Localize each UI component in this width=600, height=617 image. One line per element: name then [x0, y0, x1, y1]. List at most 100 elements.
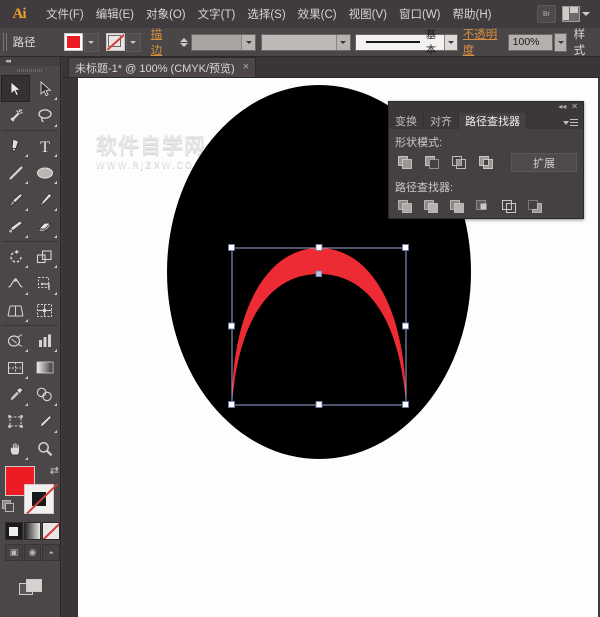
menu-object[interactable]: 对象(O)	[140, 2, 192, 26]
stroke-profile-chevron-down-icon[interactable]	[336, 35, 350, 50]
menu-type[interactable]: 文字(T)	[192, 2, 242, 26]
panel-tab-transform[interactable]: 变换	[389, 113, 424, 129]
graphic-styles-label[interactable]: 样式	[574, 26, 592, 58]
panel-tab-pathfinder[interactable]: 路径查找器	[459, 113, 527, 129]
pathfinder-divide-button[interactable]	[395, 198, 414, 215]
pathfinder-intersect-button[interactable]	[449, 154, 468, 171]
stroke-weight-chevron-down-icon[interactable]	[241, 35, 255, 50]
perspective-grid-tool[interactable]	[1, 297, 30, 324]
stroke-weight-stepper[interactable]	[180, 34, 188, 51]
eyedropper-tool[interactable]	[1, 381, 30, 408]
pathfinder-exclude-button[interactable]	[476, 154, 495, 171]
screen-mode-button[interactable]	[0, 579, 60, 595]
opacity-chevron-down-icon[interactable]	[554, 33, 567, 52]
tools-panel-grip[interactable]	[0, 66, 60, 75]
workspace-switcher-button[interactable]	[562, 6, 590, 22]
pencil-tool[interactable]	[30, 186, 59, 213]
lasso-tool[interactable]	[30, 102, 59, 129]
draw-inside-icon[interactable]: ◓	[42, 544, 60, 561]
tools-divider	[2, 241, 58, 242]
artboard-tool[interactable]	[1, 408, 30, 435]
menu-effect[interactable]: 效果(C)	[292, 2, 343, 26]
bridge-icon[interactable]: Br	[537, 5, 556, 23]
selection-tool[interactable]	[1, 75, 30, 102]
type-tool[interactable]: T	[30, 132, 59, 159]
color-mode-color-icon[interactable]	[5, 522, 23, 540]
symbol-sprayer-tool[interactable]	[1, 327, 30, 354]
panel-options-menu-button[interactable]	[563, 119, 578, 126]
tool-flyout-indicator	[54, 124, 57, 127]
paintbrush-tool[interactable]	[1, 186, 30, 213]
tools-panel: ◂◂	[0, 57, 61, 617]
fill-swatch-group[interactable]	[64, 33, 99, 52]
magic-wand-tool[interactable]	[1, 102, 30, 129]
panel-tab-align[interactable]: 对齐	[424, 113, 459, 129]
pathfinder-outline-button[interactable]	[499, 198, 518, 215]
fill-dropdown-arrow[interactable]	[84, 33, 99, 52]
menu-edit[interactable]: 编辑(E)	[90, 2, 140, 26]
blend-tool[interactable]	[30, 381, 59, 408]
free-transform-tool[interactable]	[30, 408, 59, 435]
width-tool[interactable]	[1, 270, 30, 297]
swap-fill-stroke-icon[interactable]: ⇄	[50, 464, 59, 477]
zoom-tool[interactable]	[30, 435, 59, 462]
column-graph-tool[interactable]	[30, 327, 59, 354]
stroke-swatch-group[interactable]	[106, 33, 141, 52]
pen-tool[interactable]	[1, 132, 30, 159]
document-tab-title: 未标题-1* @ 100% (CMYK/预览)	[75, 60, 235, 76]
stroke-profile-combo[interactable]	[261, 34, 350, 51]
eraser-tool[interactable]	[30, 213, 59, 240]
menu-bar-right: Br	[537, 5, 600, 23]
collapse-icon[interactable]: ◂◂	[558, 103, 566, 111]
close-icon[interactable]: ✕	[571, 103, 578, 111]
default-fill-stroke-icon[interactable]	[2, 500, 13, 511]
draw-behind-icon[interactable]: ◉	[24, 544, 42, 561]
fill-swatch[interactable]	[64, 33, 83, 51]
pathfinder-crop-button[interactable]	[473, 198, 492, 215]
pathfinder-minus-front-button[interactable]	[422, 154, 441, 171]
document-tab[interactable]: 未标题-1* @ 100% (CMYK/预览) ×	[68, 57, 256, 77]
line-segment-tool[interactable]	[1, 159, 30, 186]
ellipse-tool[interactable]	[30, 159, 59, 186]
stroke-weight-combo[interactable]	[191, 34, 256, 51]
blob-brush-tool[interactable]	[1, 213, 30, 240]
menu-view[interactable]: 视图(V)	[343, 2, 393, 26]
stroke-weight-label[interactable]: 描边	[151, 26, 169, 58]
control-bar-grip[interactable]	[3, 33, 9, 51]
menu-select[interactable]: 选择(S)	[241, 2, 291, 26]
slice-tool[interactable]	[1, 354, 30, 381]
shape-builder-tool[interactable]	[30, 270, 59, 297]
panel-title-bar[interactable]: ◂◂ ✕	[389, 102, 583, 112]
tool-flyout-indicator	[54, 403, 57, 406]
close-icon[interactable]: ×	[243, 62, 249, 73]
brush-definition-combo[interactable]: 基本	[355, 34, 458, 51]
toolbar-stroke-swatch[interactable]	[24, 484, 54, 514]
scale-tool[interactable]	[30, 243, 59, 270]
menu-file[interactable]: 文件(F)	[40, 2, 90, 26]
brush-definition-chevron-down-icon[interactable]	[444, 35, 457, 50]
pathfinder-panel[interactable]: ◂◂ ✕ 变换 对齐 路径查找器 形状模式:	[388, 101, 584, 219]
expand-button[interactable]: 扩展	[511, 153, 577, 172]
tool-flyout-indicator	[54, 154, 57, 157]
opacity-input[interactable]: 100%	[508, 34, 553, 51]
pathfinder-merge-button[interactable]	[447, 198, 466, 215]
draw-normal-icon[interactable]: ▣	[5, 544, 23, 561]
stroke-swatch-none-icon[interactable]	[106, 33, 125, 51]
color-mode-gradient-icon[interactable]	[24, 522, 42, 540]
menu-help[interactable]: 帮助(H)	[447, 2, 498, 26]
pathfinder-minus-back-button[interactable]	[525, 198, 544, 215]
brush-stroke-preview-icon	[366, 41, 419, 43]
hand-tool[interactable]	[1, 435, 30, 462]
gradient-tool[interactable]	[30, 354, 59, 381]
pathfinder-trim-button[interactable]	[421, 198, 440, 215]
pathfinder-unite-button[interactable]	[395, 154, 414, 171]
rotate-tool[interactable]	[1, 243, 30, 270]
tool-flyout-indicator	[54, 97, 57, 100]
menu-window[interactable]: 窗口(W)	[393, 2, 447, 26]
opacity-label[interactable]: 不透明度	[463, 26, 500, 58]
color-mode-none-icon[interactable]	[42, 522, 60, 540]
direct-selection-tool[interactable]	[30, 75, 59, 102]
tools-panel-collapse-button[interactable]: ◂◂	[0, 57, 60, 66]
stroke-dropdown-arrow[interactable]	[126, 33, 141, 52]
mesh-tool[interactable]	[30, 297, 59, 324]
